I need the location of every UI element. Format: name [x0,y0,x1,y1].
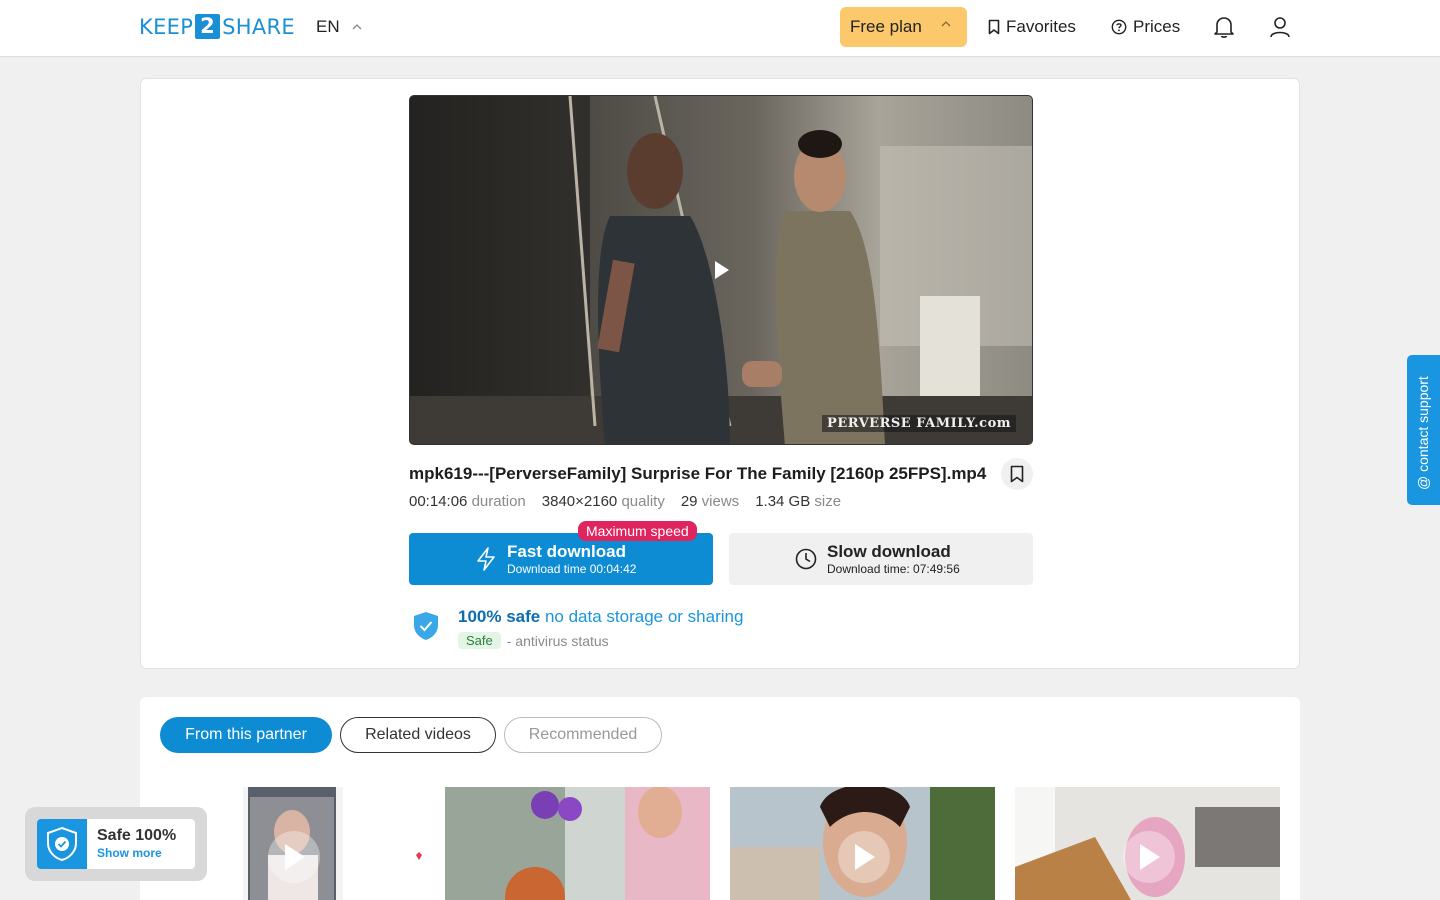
add-favorite-button[interactable] [1001,458,1033,490]
safe-widget-body: Safe 100% Show more [37,819,195,869]
bell-icon[interactable] [1213,15,1235,39]
favorites-label: Favorites [1006,17,1076,36]
logo-text-2: 2 [195,14,221,39]
play-icon [1140,844,1160,870]
bookmark-icon [1010,465,1024,483]
bookmark-icon [988,19,1000,35]
language-label: EN [316,17,340,36]
safe-widget-title: Safe 100% [97,827,177,844]
meta-size: 1.34 GB size [755,493,842,510]
tab-recommended[interactable]: Recommended [504,717,662,753]
favorites-link[interactable]: Favorites [988,17,1076,37]
shield-check-icon [47,826,77,862]
play-button[interactable] [838,831,890,883]
play-icon [855,844,875,870]
antivirus-status: Safe - antivirus status [458,632,609,649]
video-thumbnail[interactable] [445,787,710,900]
video-thumbnail[interactable] [730,787,995,900]
play-button[interactable] [268,831,320,883]
play-button[interactable] [1123,831,1175,883]
fast-download-time: Download time 00:04:42 [507,562,637,576]
slow-download-title: Slow download [827,542,951,561]
file-meta: 00:14:06 duration 3840×2160 quality 29 v… [409,493,857,510]
tab-related-videos[interactable]: Related videos [340,717,496,753]
keep2share-logo[interactable]: KEEP 2 SHARE [139,14,295,39]
free-plan-label: Free plan [850,17,922,36]
safe-widget-show-more[interactable]: Show more [97,846,162,860]
safety-detail[interactable]: no data storage or sharing [545,607,743,626]
file-card: PERVERSE FAMILY.com mpk619---[PerverseFa… [140,78,1300,669]
slow-download-button[interactable]: Slow download Download time: 07:49:56 [729,533,1033,585]
clock-icon [795,548,817,570]
meta-quality: 3840×2160 quality [541,493,665,510]
top-header: KEEP 2 SHARE EN Free plan Favorites Pric… [0,0,1440,57]
file-title: mpk619---[PerverseFamily] Surprise For T… [409,464,987,483]
slow-download-time: Download time: 07:49:56 [827,562,960,576]
play-icon [285,844,305,870]
video-watermark: PERVERSE FAMILY.com [822,415,1016,432]
video-thumbnail[interactable] [1015,787,1280,900]
maximum-speed-badge: Maximum speed [578,521,697,541]
logo-text-share: SHARE [222,14,295,39]
antivirus-label: - antivirus status [506,632,609,649]
thumbnail-image [445,787,710,900]
fast-download-title: Fast download [507,542,626,561]
contact-support-tab[interactable]: @ contact support [1407,355,1440,505]
free-plan-button[interactable]: Free plan [840,7,967,47]
meta-views: 29 views [680,493,740,510]
safe-widget-icon-box [37,819,87,869]
tab-from-this-partner[interactable]: From this partner [160,717,332,753]
meta-duration: 00:14:06 duration [409,493,526,510]
play-icon[interactable] [714,260,730,280]
safety-strong: 100% safe [458,607,541,626]
videos-section: From this partner Related videos Recomme… [140,697,1300,900]
safe-widget[interactable]: Safe 100% Show more [25,807,207,881]
chevron-up-icon [352,24,362,30]
antivirus-badge: Safe [458,632,501,649]
video-player[interactable]: PERVERSE FAMILY.com [409,95,1033,445]
help-circle-icon [1111,19,1127,35]
logo-text-keep: KEEP [139,14,194,39]
prices-label: Prices [1133,17,1181,36]
prices-link[interactable]: Prices [1111,17,1180,37]
chevron-up-icon [941,21,951,27]
user-icon[interactable] [1269,15,1291,39]
language-selector[interactable]: EN [316,17,362,37]
shield-check-icon [414,612,438,640]
safety-statement: 100% safe no data storage or sharing [458,607,743,627]
contact-support-label: @ contact support [1415,376,1431,490]
lightning-icon [477,547,495,571]
